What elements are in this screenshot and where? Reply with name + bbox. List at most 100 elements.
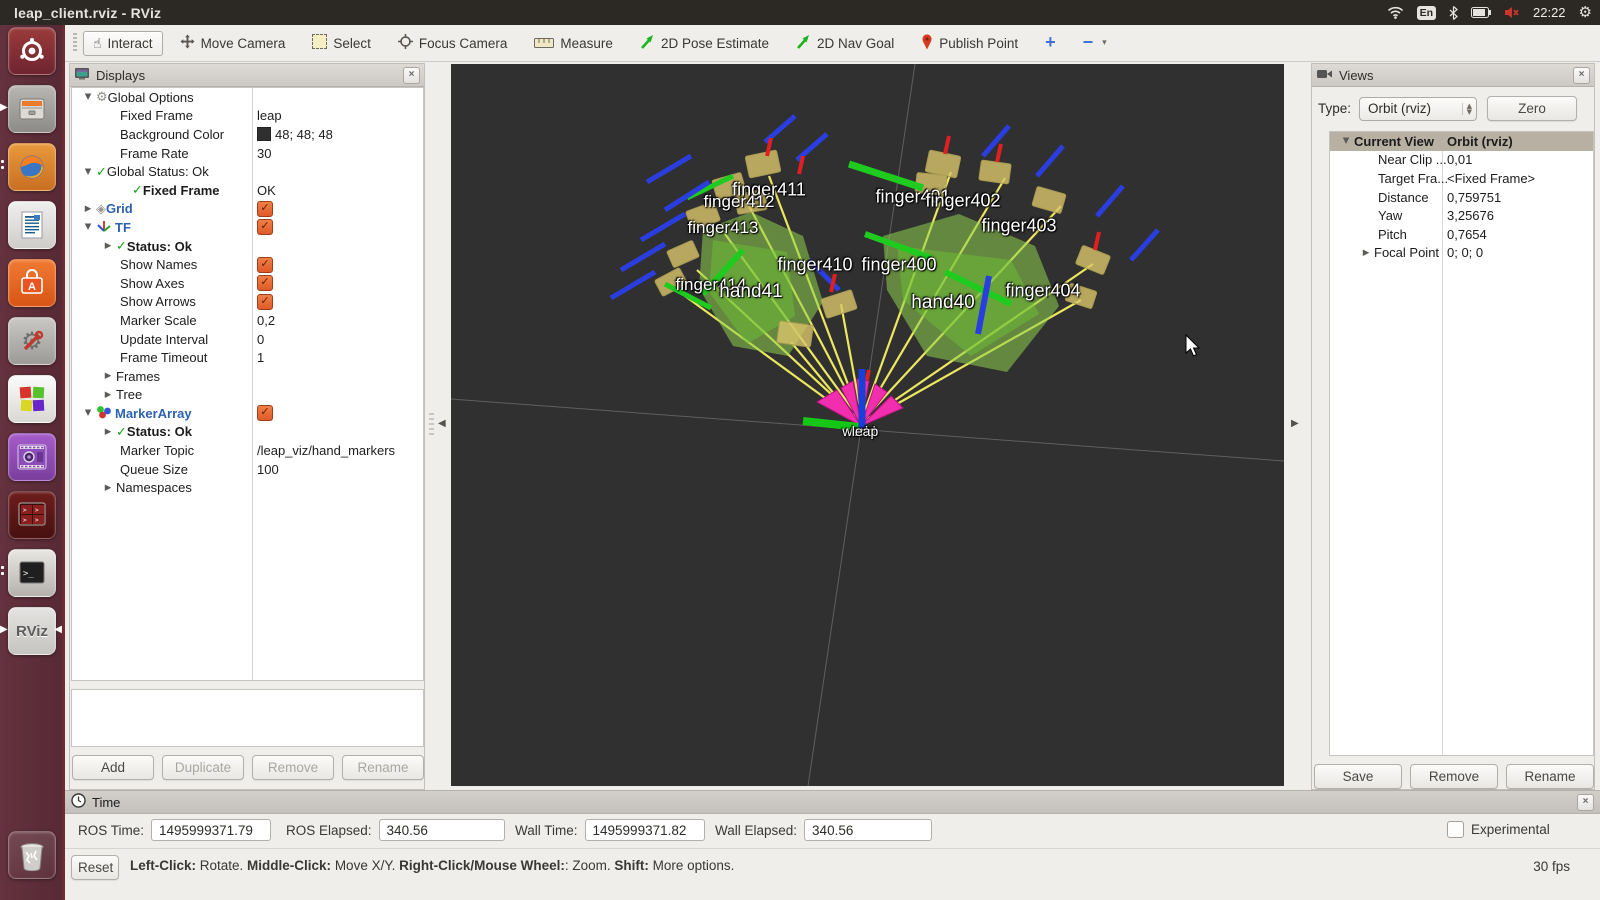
tree-row-value[interactable]: ✓ <box>257 405 273 421</box>
tree-row-value[interactable]: 0,7654 <box>1447 227 1487 242</box>
tool-interact[interactable]: ☝Interact <box>83 31 163 56</box>
tree-row-value[interactable]: 1 <box>257 350 264 365</box>
experimental-checkbox[interactable]: Experimental <box>1447 821 1550 838</box>
tree-row-global-options[interactable]: ▼⚙Global Options <box>72 88 423 107</box>
collapse-right-icon[interactable]: ▶ <box>1291 418 1299 429</box>
tree-row-frame-rate[interactable]: Frame Rate30 <box>72 144 423 163</box>
launcher-trash-icon[interactable] <box>8 831 56 879</box>
battery-icon[interactable] <box>1471 7 1491 18</box>
expand-arrow-icon[interactable]: ▼ <box>80 92 96 102</box>
time-field-input[interactable]: 1495999371.82 <box>585 819 705 841</box>
launcher-libreoffice-writer-icon[interactable] <box>8 201 56 249</box>
tool-2d-pose-estimate[interactable]: 2D Pose Estimate <box>630 29 779 57</box>
launcher-software-center-icon[interactable]: A <box>8 259 56 307</box>
checked-checkbox[interactable]: ✓ <box>257 219 273 235</box>
tree-row-grid[interactable]: ▶◈Grid✓ <box>72 200 423 219</box>
tree-row-value[interactable]: 0; 0; 0 <box>1447 245 1483 260</box>
checked-checkbox[interactable]: ✓ <box>257 294 273 310</box>
dropdown-arrow-icon[interactable]: ▾ <box>1102 38 1107 48</box>
tree-row-pitch[interactable]: Pitch0,7654 <box>1330 225 1593 244</box>
collapse-arrow-icon[interactable]: ▶ <box>100 427 116 437</box>
tree-row-background-color[interactable]: Background Color48; 48; 48 <box>72 125 423 144</box>
wifi-icon[interactable] <box>1387 6 1404 19</box>
time-field-input[interactable]: 1495999371.79 <box>151 819 271 841</box>
collapse-arrow-icon[interactable]: ▶ <box>100 390 116 400</box>
tree-row-distance[interactable]: Distance0,759751 <box>1330 188 1593 207</box>
tree-row-value[interactable]: ✓ <box>257 294 273 310</box>
tree-row-marker-scale[interactable]: Marker Scale0,2 <box>72 311 423 330</box>
volume-muted-icon[interactable] <box>1504 6 1520 19</box>
tree-row-tf[interactable]: ▼TF✓ <box>72 218 423 237</box>
remove-button[interactable]: Remove <box>1410 764 1498 789</box>
toolbar-grip[interactable] <box>73 33 77 53</box>
expand-arrow-icon[interactable]: ▼ <box>80 408 96 418</box>
tree-row-value[interactable]: 100 <box>257 462 279 477</box>
rename-button[interactable]: Rename <box>1506 764 1594 789</box>
displays-panel-header[interactable]: Displays × <box>70 64 424 87</box>
tree-row-value[interactable]: OK <box>257 183 276 198</box>
tree-row-global-status-ok[interactable]: ▼✓Global Status: Ok <box>72 162 423 181</box>
launcher-terminal-icon[interactable]: >_ <box>8 549 56 597</box>
collapse-arrow-icon[interactable]: ▶ <box>100 483 116 493</box>
tree-row-value[interactable]: ✓ <box>257 257 273 273</box>
checked-checkbox[interactable]: ✓ <box>257 405 273 421</box>
launcher-terminator-icon[interactable]: >>>> <box>8 491 56 539</box>
session-gear-icon[interactable]: ⚙ <box>1579 5 1592 20</box>
view-type-combobox[interactable]: Orbit (rviz) ▲▼ <box>1359 97 1477 121</box>
tree-row-show-names[interactable]: Show Names✓ <box>72 255 423 274</box>
tree-row-marker-topic[interactable]: Marker Topic/leap_viz/hand_markers <box>72 441 423 460</box>
tree-row-yaw[interactable]: Yaw3,25676 <box>1330 206 1593 225</box>
add-button[interactable]: Add <box>72 755 154 780</box>
launcher-media-player-icon[interactable] <box>8 433 56 481</box>
launcher-firefox-icon[interactable] <box>8 143 56 191</box>
time-field-input[interactable]: 340.56 <box>804 819 932 841</box>
bluetooth-icon[interactable] <box>1449 6 1458 20</box>
displays-close-icon[interactable]: × <box>403 67 420 84</box>
collapse-left-icon[interactable]: ◀ <box>438 418 446 429</box>
tree-row-value[interactable]: leap <box>257 108 282 123</box>
collapse-arrow-icon[interactable]: ▶ <box>100 371 116 381</box>
tree-row-focal-point[interactable]: ▶Focal Point0; 0; 0 <box>1330 244 1593 263</box>
time-close-icon[interactable]: × <box>1577 794 1594 811</box>
tool-select[interactable]: Select <box>302 29 381 57</box>
tree-row-namespaces[interactable]: ▶Namespaces <box>72 478 423 497</box>
time-panel-header[interactable]: Time × <box>65 791 1600 814</box>
clock[interactable]: 22:22 <box>1533 5 1566 20</box>
tree-row-fixed-frame[interactable]: ✓Fixed FrameOK <box>72 181 423 200</box>
tree-row-value[interactable]: 0,01 <box>1447 152 1472 167</box>
checked-checkbox[interactable]: ✓ <box>257 257 273 273</box>
tree-row-queue-size[interactable]: Queue Size100 <box>72 460 423 479</box>
tool-measure[interactable]: Measure <box>524 31 623 56</box>
launcher-blocks-icon[interactable] <box>8 375 56 423</box>
tree-row-target-fra-[interactable]: Target Fra...<Fixed Frame> <box>1330 169 1593 188</box>
tree-row-value[interactable]: <Fixed Frame> <box>1447 171 1535 186</box>
tree-row-value[interactable]: ✓ <box>257 219 273 235</box>
left-splitter-grip[interactable] <box>429 413 434 435</box>
views-close-icon[interactable]: × <box>1573 67 1590 84</box>
tool-move-camera[interactable]: Move Camera <box>170 29 296 57</box>
launcher-system-settings-icon[interactable]: ⚙ <box>8 317 56 365</box>
tree-row-value[interactable]: ✓ <box>257 275 273 291</box>
checked-checkbox[interactable]: ✓ <box>257 275 273 291</box>
tree-row-markerarray[interactable]: ▼MarkerArray✓ <box>72 404 423 423</box>
tree-row-value[interactable]: 48; 48; 48 <box>257 127 333 142</box>
collapse-arrow-icon[interactable]: ▶ <box>1358 248 1374 258</box>
tree-row-value[interactable]: 0 <box>257 332 264 347</box>
launcher-rviz-icon[interactable]: RViz <box>8 607 56 655</box>
tree-row-fixed-frame[interactable]: Fixed Frameleap <box>72 107 423 126</box>
tool-minus[interactable]: −▾ <box>1073 30 1117 56</box>
tree-row-status-ok[interactable]: ▶✓Status: Ok <box>72 423 423 442</box>
reset-button[interactable]: Reset <box>71 855 119 880</box>
3d-viewport[interactable]: finger411finger412finger413finger410fing… <box>451 64 1284 786</box>
tree-row-value[interactable]: Orbit (rviz) <box>1447 134 1513 149</box>
tree-row-value[interactable]: /leap_viz/hand_markers <box>257 443 395 458</box>
tree-row-near-clip-[interactable]: Near Clip ...0,01 <box>1330 151 1593 170</box>
tree-row-value[interactable]: 0,759751 <box>1447 190 1501 205</box>
tool-2d-nav-goal[interactable]: 2D Nav Goal <box>786 29 904 57</box>
experimental-box[interactable] <box>1447 821 1464 838</box>
collapse-arrow-icon[interactable]: ▶ <box>100 241 116 251</box>
tree-row-frame-timeout[interactable]: Frame Timeout1 <box>72 348 423 367</box>
checked-checkbox[interactable]: ✓ <box>257 201 273 217</box>
tree-row-current-view[interactable]: ▼Current ViewOrbit (rviz) <box>1330 132 1593 151</box>
tool-plus[interactable]: + <box>1035 30 1066 56</box>
